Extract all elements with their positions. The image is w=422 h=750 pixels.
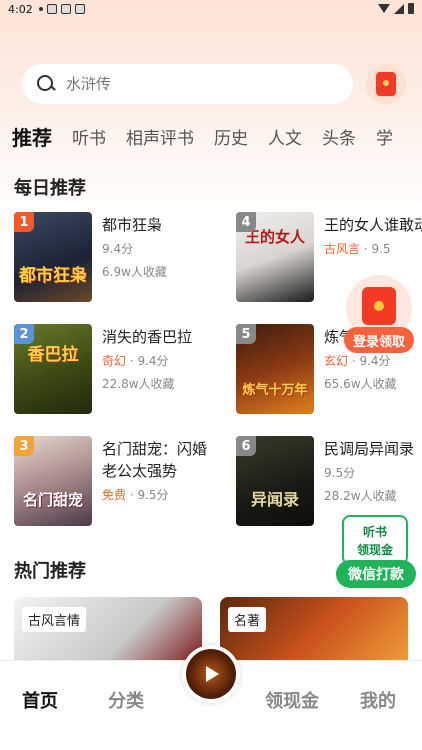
book-title: 名门甜宠：闪婚老公太强势 [102, 440, 208, 480]
cover-title: 都市狂枭 [19, 266, 87, 286]
hot-card[interactable]: 名著 [220, 597, 408, 667]
book-genre: 免费 [102, 488, 127, 502]
listen-cash-box: 听书 领现金 [342, 515, 408, 565]
book-title: 都市狂枭 [102, 216, 163, 234]
book-favorites: 22.8w人收藏 [102, 377, 175, 391]
app-notification-icon [46, 4, 57, 14]
tab-recommend[interactable]: 推荐 [12, 122, 52, 152]
book-card[interactable]: 名门甜宠 3 名门甜宠：闪婚老公太强势 免费 · 9.5分 [14, 436, 214, 528]
status-time: 4:02 [8, 2, 33, 16]
red-envelope-icon [362, 287, 396, 325]
rank-badge: 1 [14, 212, 34, 232]
hot-card[interactable]: 古风言情 [14, 597, 202, 667]
book-genre: 奇幻 [102, 354, 127, 368]
rank-badge: 5 [236, 324, 256, 344]
rank-badge: 3 [14, 436, 34, 456]
book-score: 9.4分 [102, 242, 134, 256]
book-genre: 古风言 [324, 242, 361, 256]
book-card[interactable]: 香巴拉 2 消失的香巴拉 奇幻 · 9.4分 22.8w人收藏 [14, 324, 214, 416]
book-favorites: 28.2w人收藏 [324, 489, 397, 503]
hot-card-label: 名著 [228, 607, 267, 632]
tab-history[interactable]: 历史 [214, 124, 248, 149]
player-button[interactable] [182, 645, 240, 703]
search-input[interactable] [66, 75, 316, 93]
book-card[interactable]: 都市狂枭 1 都市狂枭 9.4分 6.9w人收藏 [14, 212, 214, 304]
book-title: 消失的香巴拉 [102, 328, 193, 346]
red-envelope-icon [376, 72, 396, 96]
book-cover: 都市狂枭 1 [14, 212, 92, 302]
book-title: 民调局异闻录 [324, 440, 415, 458]
red-packet-button[interactable] [366, 64, 406, 104]
hot-card-label: 古风言情 [22, 607, 87, 632]
tab-headlines[interactable]: 头条 [322, 124, 356, 149]
nav-category[interactable]: 分类 [108, 687, 144, 713]
tab-humanities[interactable]: 人文 [268, 124, 302, 149]
book-cover: 名门甜宠 3 [14, 436, 92, 526]
book-favorites: 65.6w人收藏 [324, 377, 397, 391]
book-cover: 异闻录 6 [236, 436, 314, 526]
nav-earn-cash[interactable]: 领现金 [265, 687, 319, 713]
book-cover: 王的女人 4 [236, 212, 314, 302]
cover-title: 名门甜宠 [22, 491, 83, 509]
tab-crosstalk[interactable]: 相声评书 [126, 124, 194, 149]
book-title: 王的女人谁敢动 [324, 216, 422, 234]
notification-dot-icon [38, 7, 43, 11]
tab-study[interactable]: 学 [376, 124, 393, 149]
cash-label: 领现金 [356, 543, 393, 557]
album-disc [186, 649, 236, 699]
app-notification-icon [74, 4, 85, 14]
cover-title: 炼气十万年 [242, 383, 308, 398]
battery-icon [408, 3, 414, 14]
hot-recommend-title: 热门推荐 [14, 561, 86, 582]
wechat-pay-button: 微信打款 [336, 560, 416, 588]
play-icon [206, 666, 219, 682]
status-bar: 4:02 [0, 0, 422, 18]
rank-badge: 6 [236, 436, 256, 456]
book-score: · 9.5 [363, 242, 391, 256]
book-cover: 香巴拉 2 [14, 324, 92, 414]
listen-label: 听书 [362, 525, 387, 539]
signal-icon [394, 3, 404, 14]
book-score: 9.5分 [324, 466, 356, 480]
book-favorites: 6.9w人收藏 [102, 265, 167, 279]
search-bar[interactable] [22, 64, 353, 104]
book-genre: 玄幻 [324, 354, 349, 368]
book-score: · 9.4分 [351, 354, 391, 368]
wifi-icon [378, 4, 390, 13]
rank-badge: 2 [14, 324, 34, 344]
rank-badge: 4 [236, 212, 256, 232]
category-tabs: 推荐 听书 相声评书 历史 人文 头条 学 [0, 120, 422, 152]
login-reward-label: 登录领取 [344, 327, 414, 353]
wechat-cash-float[interactable]: 听书 领现金 微信打款 [336, 515, 416, 589]
tab-audiobook[interactable]: 听书 [72, 124, 106, 149]
book-cover: 炼气十万年 5 [236, 324, 314, 414]
login-reward-float[interactable]: 登录领取 [344, 275, 416, 355]
cover-title: 异闻录 [250, 490, 299, 509]
search-icon [36, 74, 56, 94]
app-notification-icon [60, 4, 71, 14]
nav-home[interactable]: 首页 [22, 687, 58, 713]
daily-recommend-title: 每日推荐 [14, 178, 86, 199]
book-score: · 9.5分 [129, 488, 169, 502]
book-score: · 9.4分 [129, 354, 169, 368]
nav-mine[interactable]: 我的 [360, 687, 396, 713]
